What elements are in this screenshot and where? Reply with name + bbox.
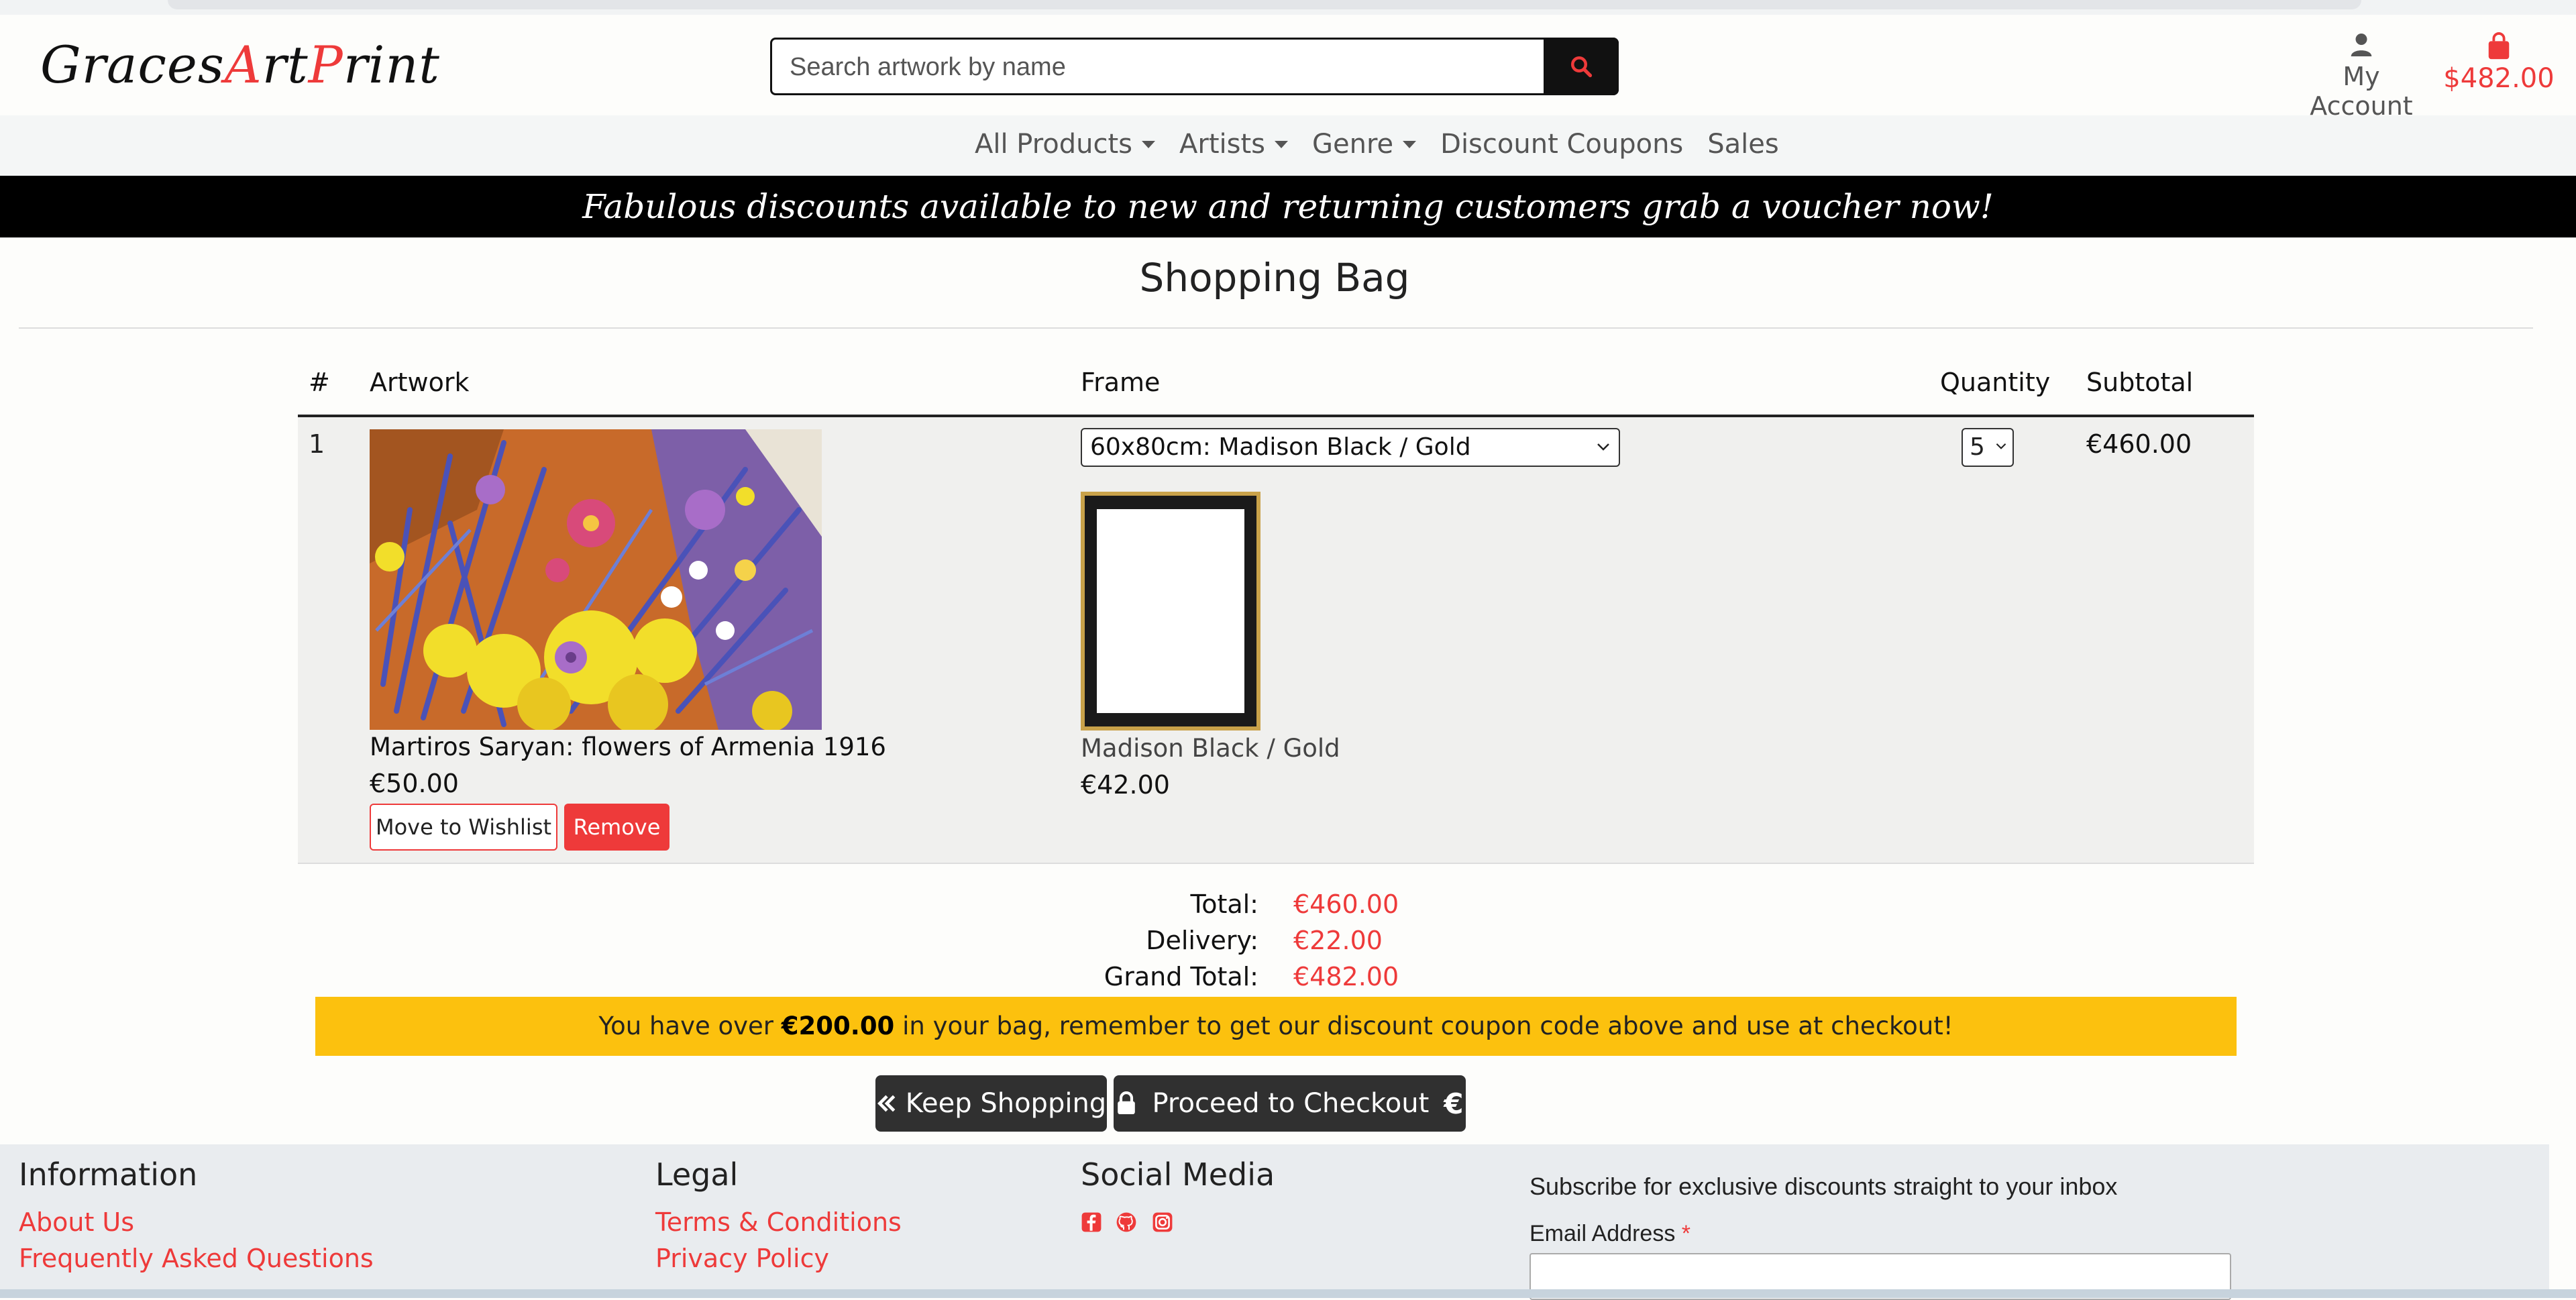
caret-down-icon [1403, 140, 1417, 148]
subscribe-text: Subscribe for exclusive discounts straig… [1529, 1173, 2118, 1200]
remove-button[interactable]: Remove [564, 804, 669, 851]
footer-link-about-us[interactable]: About Us [19, 1207, 134, 1237]
frame-select[interactable]: 60x80cm: Madison Black / Gold [1081, 428, 1620, 467]
email-label: Email Address * [1529, 1221, 1690, 1247]
grand-total-label: Grand Total: [1104, 962, 1258, 991]
search-form [770, 38, 1619, 95]
footer-link-terms[interactable]: Terms & Conditions [655, 1207, 902, 1237]
bag-total: $482.00 [2443, 63, 2555, 94]
delivery-label: Delivery: [1146, 926, 1258, 955]
checkout-label: Proceed to Checkout [1152, 1088, 1430, 1119]
search-input[interactable] [772, 40, 1556, 95]
footer-link-privacy[interactable]: Privacy Policy [655, 1244, 829, 1273]
discount-notice: You have over €200.00 in your bag, remem… [315, 997, 2237, 1056]
email-label-text: Email Address [1529, 1221, 1676, 1246]
frame-price: €42.00 [1081, 770, 1170, 800]
instagram-icon[interactable] [1152, 1211, 1173, 1233]
nav-label: All Products [975, 129, 1133, 160]
required-marker: * [1681, 1221, 1691, 1246]
nav-artists[interactable]: Artists [1179, 129, 1288, 160]
divider [19, 327, 2533, 329]
site-logo[interactable]: GracesArtPrint [40, 35, 440, 95]
grand-total-value: €482.00 [1293, 962, 1399, 991]
artwork-title: Martiros Saryan: flowers of Armenia 1916 [370, 733, 886, 761]
total-value: €460.00 [1293, 889, 1399, 919]
search-icon [1571, 56, 1593, 78]
frame-preview-image [1081, 492, 1260, 730]
logo-part: Graces [40, 35, 225, 95]
caret-down-icon [1275, 140, 1288, 148]
delivery-value: €22.00 [1293, 926, 1383, 955]
lock-icon [1118, 1091, 1136, 1114]
chevron-down-icon [1597, 443, 1609, 451]
footer-legal-heading: Legal [655, 1156, 739, 1193]
keep-shopping-label: Keep Shopping [905, 1088, 1107, 1119]
column-header-subtotal: Subtotal [2086, 368, 2194, 397]
quantity-select[interactable]: 5 [1962, 428, 2014, 467]
total-label: Total: [1190, 889, 1258, 919]
euro-icon: € [1444, 1087, 1464, 1120]
nav-label: Discount Coupons [1440, 129, 1684, 160]
frame-name: Madison Black / Gold [1081, 734, 1340, 763]
logo-part: rint [343, 35, 440, 95]
logo-part: P [308, 35, 343, 95]
row-number: 1 [309, 429, 325, 459]
caret-down-icon [1142, 140, 1156, 148]
my-account-label: My Account [2310, 62, 2413, 121]
user-icon [2351, 34, 2372, 56]
nav-label: Sales [1707, 129, 1779, 160]
double-chevron-left-icon [877, 1095, 896, 1112]
github-icon[interactable] [1116, 1211, 1137, 1233]
shopping-bag-icon [2488, 32, 2510, 60]
keep-shopping-button[interactable]: Keep Shopping [875, 1075, 1107, 1132]
nav-label: Genre [1312, 129, 1394, 160]
frame-select-value: 60x80cm: Madison Black / Gold [1090, 433, 1471, 461]
nav-label: Artists [1179, 129, 1265, 160]
browser-address-bar[interactable] [168, 0, 2361, 9]
column-header-num: # [309, 368, 330, 397]
column-header-artwork: Artwork [370, 368, 470, 397]
proceed-to-checkout-button[interactable]: Proceed to Checkout € [1114, 1075, 1466, 1132]
chevron-down-icon [1996, 443, 2006, 449]
footer-social-heading: Social Media [1081, 1156, 1275, 1193]
search-button[interactable] [1544, 38, 1619, 95]
main-nav: All Products Artists Genre Discount Coup… [0, 115, 2576, 176]
logo-part: A [224, 35, 262, 95]
facebook-icon[interactable] [1081, 1211, 1102, 1233]
notice-amount: €200.00 [781, 1012, 895, 1040]
page-title: Shopping Bag [1139, 255, 1410, 301]
nav-sales[interactable]: Sales [1707, 129, 1778, 160]
quantity-value: 5 [1970, 433, 1985, 461]
nav-discount-coupons[interactable]: Discount Coupons [1440, 129, 1683, 160]
column-header-frame: Frame [1081, 368, 1161, 397]
bag-table-header: # Artwork Frame Quantity Subtotal [298, 368, 2254, 417]
promo-banner: Fabulous discounts available to new and … [0, 176, 2576, 237]
footer-information-heading: Information [19, 1156, 198, 1193]
artwork-image[interactable] [370, 429, 822, 730]
row-subtotal: €460.00 [2086, 429, 2192, 459]
nav-all-products[interactable]: All Products [975, 129, 1156, 160]
window-bottom-edge [0, 1289, 2576, 1298]
move-to-wishlist-button[interactable]: Move to Wishlist [370, 804, 557, 851]
notice-text: in your bag, remember to get our discoun… [894, 1012, 1953, 1040]
column-header-quantity: Quantity [1940, 368, 2051, 397]
shopping-bag-link[interactable]: $482.00 [2442, 32, 2556, 94]
notice-text: You have over [598, 1012, 782, 1040]
logo-part: rt [262, 35, 309, 95]
artwork-price: €50.00 [370, 769, 459, 798]
my-account-link[interactable]: My Account [2294, 32, 2428, 121]
footer-link-faq[interactable]: Frequently Asked Questions [19, 1244, 374, 1273]
nav-genre[interactable]: Genre [1312, 129, 1417, 160]
